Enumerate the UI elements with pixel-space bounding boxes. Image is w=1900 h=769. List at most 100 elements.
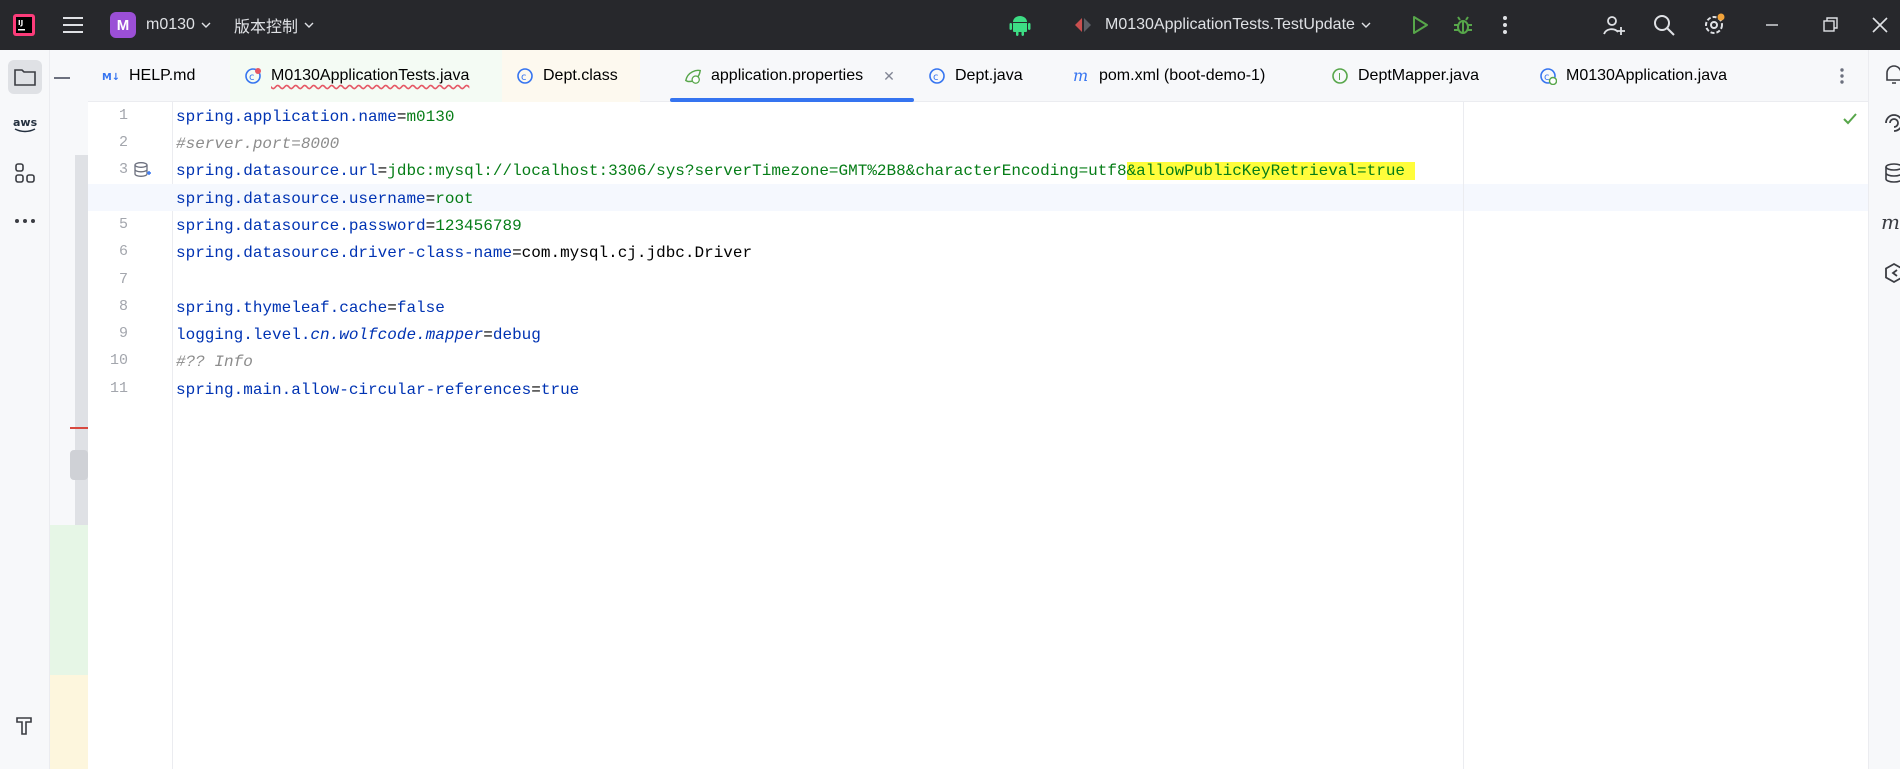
datasource-gutter-icon[interactable] xyxy=(133,161,151,179)
structure-tool-button[interactable] xyxy=(8,156,42,190)
right-tool-strip: m xyxy=(1868,50,1900,769)
svg-text:m: m xyxy=(1073,67,1088,85)
aws-tool-button[interactable]: aws xyxy=(8,108,42,142)
code-line[interactable]: spring.datasource.password=123456789 xyxy=(176,213,522,240)
tab-help-md[interactable]: M↓ HELP.md xyxy=(88,50,228,102)
tab-dept-java[interactable]: c Dept.java xyxy=(914,50,1054,102)
tab-label: pom.xml (boot-demo-1) xyxy=(1099,67,1266,84)
tab-dept-class[interactable]: c Dept.class xyxy=(502,50,640,102)
run-configuration-selector[interactable]: M0130ApplicationTests.TestUpdate xyxy=(1073,12,1371,38)
aws-icon: aws xyxy=(13,116,38,133)
project-tool-button[interactable] xyxy=(8,60,42,94)
property-key: spring.datasource.url xyxy=(176,162,378,180)
collapse-panel-icon[interactable] xyxy=(54,77,70,79)
tab-m0130application-java[interactable]: c M0130Application.java xyxy=(1525,50,1785,102)
chevron-down-icon xyxy=(1361,22,1371,28)
property-value: debug xyxy=(492,326,541,344)
svg-text:m: m xyxy=(1881,212,1900,234)
test-config-icon xyxy=(1075,18,1091,32)
code-line[interactable]: logging.level.cn.wolfcode.mapper=debug xyxy=(176,322,541,349)
code-line[interactable]: spring.datasource.username=root xyxy=(176,186,474,213)
notifications-icon[interactable] xyxy=(1883,64,1900,86)
project-selector[interactable]: M m0130 xyxy=(110,12,211,38)
equals-sign: = xyxy=(396,108,407,126)
test-class-icon: c xyxy=(244,67,262,85)
property-value: 123456789 xyxy=(435,217,522,235)
highlighted-text: &allowPublicKeyRetrieval=true xyxy=(1126,162,1415,180)
chevron-down-icon xyxy=(304,22,314,28)
more-tools-button[interactable] xyxy=(8,204,42,238)
tab-m0130applicationtests[interactable]: c M0130ApplicationTests.java xyxy=(230,50,502,102)
line-number: 11 xyxy=(109,380,128,397)
build-tool-button[interactable] xyxy=(8,708,42,742)
tab-application-properties[interactable]: application.properties ✕ xyxy=(670,50,914,102)
project-badge: M xyxy=(110,12,136,38)
tab-label: application.properties xyxy=(711,67,864,84)
property-key: spring.datasource.password xyxy=(176,217,426,235)
settings-gear-icon[interactable] xyxy=(1702,13,1726,37)
property-key: spring.datasource.username xyxy=(176,190,426,208)
code-line[interactable]: spring.main.allow-circular-references=tr… xyxy=(176,377,579,404)
restore-icon[interactable] xyxy=(1818,13,1842,37)
chevron-down-icon xyxy=(201,22,211,28)
intellij-logo-icon[interactable]: IJ xyxy=(13,14,35,36)
database-icon[interactable] xyxy=(1883,162,1900,184)
code-line[interactable]: #?? Info xyxy=(176,349,253,376)
title-bar: IJ M m0130 版本控制 M0130ApplicationTests.Te… xyxy=(0,0,1900,50)
property-value: com.mysql.cj.jdbc.Driver xyxy=(521,244,753,262)
add-user-icon[interactable] xyxy=(1602,13,1626,37)
property-value: m0130 xyxy=(406,108,455,126)
svg-text:c: c xyxy=(249,72,255,83)
no-problems-check-icon[interactable] xyxy=(1841,110,1859,128)
code-line[interactable]: spring.datasource.url=jdbc:mysql://local… xyxy=(176,158,1415,185)
property-key: spring.application.name xyxy=(176,108,397,126)
folder-icon xyxy=(14,69,36,86)
svg-text:I: I xyxy=(1338,72,1341,83)
debug-icon[interactable] xyxy=(1451,13,1475,37)
close-window-icon[interactable] xyxy=(1868,13,1892,37)
run-icon[interactable] xyxy=(1408,13,1432,37)
vcs-menu[interactable]: 版本控制 xyxy=(234,12,314,38)
equals-sign: = xyxy=(387,299,397,317)
search-icon[interactable] xyxy=(1652,13,1676,37)
more-horizontal-icon xyxy=(15,219,35,223)
code-editor[interactable]: 1 2 3 4 5 6 7 8 9 10 11 spring.applicati… xyxy=(88,102,1868,769)
svg-text:c: c xyxy=(521,72,527,83)
line-number: 1 xyxy=(118,107,128,124)
property-key: spring.datasource.driver-class-name xyxy=(176,244,513,262)
svg-text:IJ: IJ xyxy=(18,19,23,27)
property-value: true xyxy=(540,381,580,399)
right-margin-guide xyxy=(1463,102,1464,769)
ai-assistant-icon[interactable] xyxy=(1883,112,1900,134)
maven-tool-icon[interactable]: m xyxy=(1881,212,1900,234)
tab-pom-xml[interactable]: m pom.xml (boot-demo-1) xyxy=(1058,50,1306,102)
tab-label: DeptMapper.java xyxy=(1358,67,1479,84)
tab-deptmapper-java[interactable]: I DeptMapper.java xyxy=(1317,50,1517,102)
spring-boot-class-icon: c xyxy=(1539,67,1557,85)
android-icon[interactable] xyxy=(1008,13,1032,37)
property-key: spring.thymeleaf.cache xyxy=(176,299,388,317)
plugin-hex-icon[interactable] xyxy=(1883,262,1900,284)
equals-sign: = xyxy=(483,326,493,344)
code-line[interactable]: spring.thymeleaf.cache=false xyxy=(176,295,445,322)
line-number: 10 xyxy=(109,352,128,369)
close-tab-icon[interactable]: ✕ xyxy=(883,68,895,85)
main-menu-icon[interactable] xyxy=(62,15,84,35)
line-number: 5 xyxy=(118,216,128,233)
line-number: 7 xyxy=(118,271,128,288)
vcs-change-markers xyxy=(50,155,88,769)
tab-label: M0130ApplicationTests.java xyxy=(271,67,470,84)
svg-text:c: c xyxy=(1544,72,1550,83)
code-line[interactable]: spring.application.name=m0130 xyxy=(176,104,454,131)
svg-text:aws: aws xyxy=(13,116,38,129)
class-icon: c xyxy=(928,67,946,85)
run-config-name: M0130ApplicationTests.TestUpdate xyxy=(1105,16,1355,33)
minimize-icon[interactable] xyxy=(1760,13,1784,37)
tab-list-more-icon[interactable] xyxy=(1832,66,1852,86)
editor-tab-bar: M↓ HELP.md c M0130ApplicationTests.java … xyxy=(88,50,1868,102)
property-key-package: cn.wolfcode.mapper xyxy=(310,326,484,344)
property-value: jdbc:mysql://localhost:3306/sys?serverTi… xyxy=(387,162,1127,180)
code-line[interactable]: #server.port=8000 xyxy=(176,131,339,158)
code-line[interactable]: spring.datasource.driver-class-name=com.… xyxy=(176,240,752,267)
more-actions-icon[interactable] xyxy=(1493,13,1517,37)
